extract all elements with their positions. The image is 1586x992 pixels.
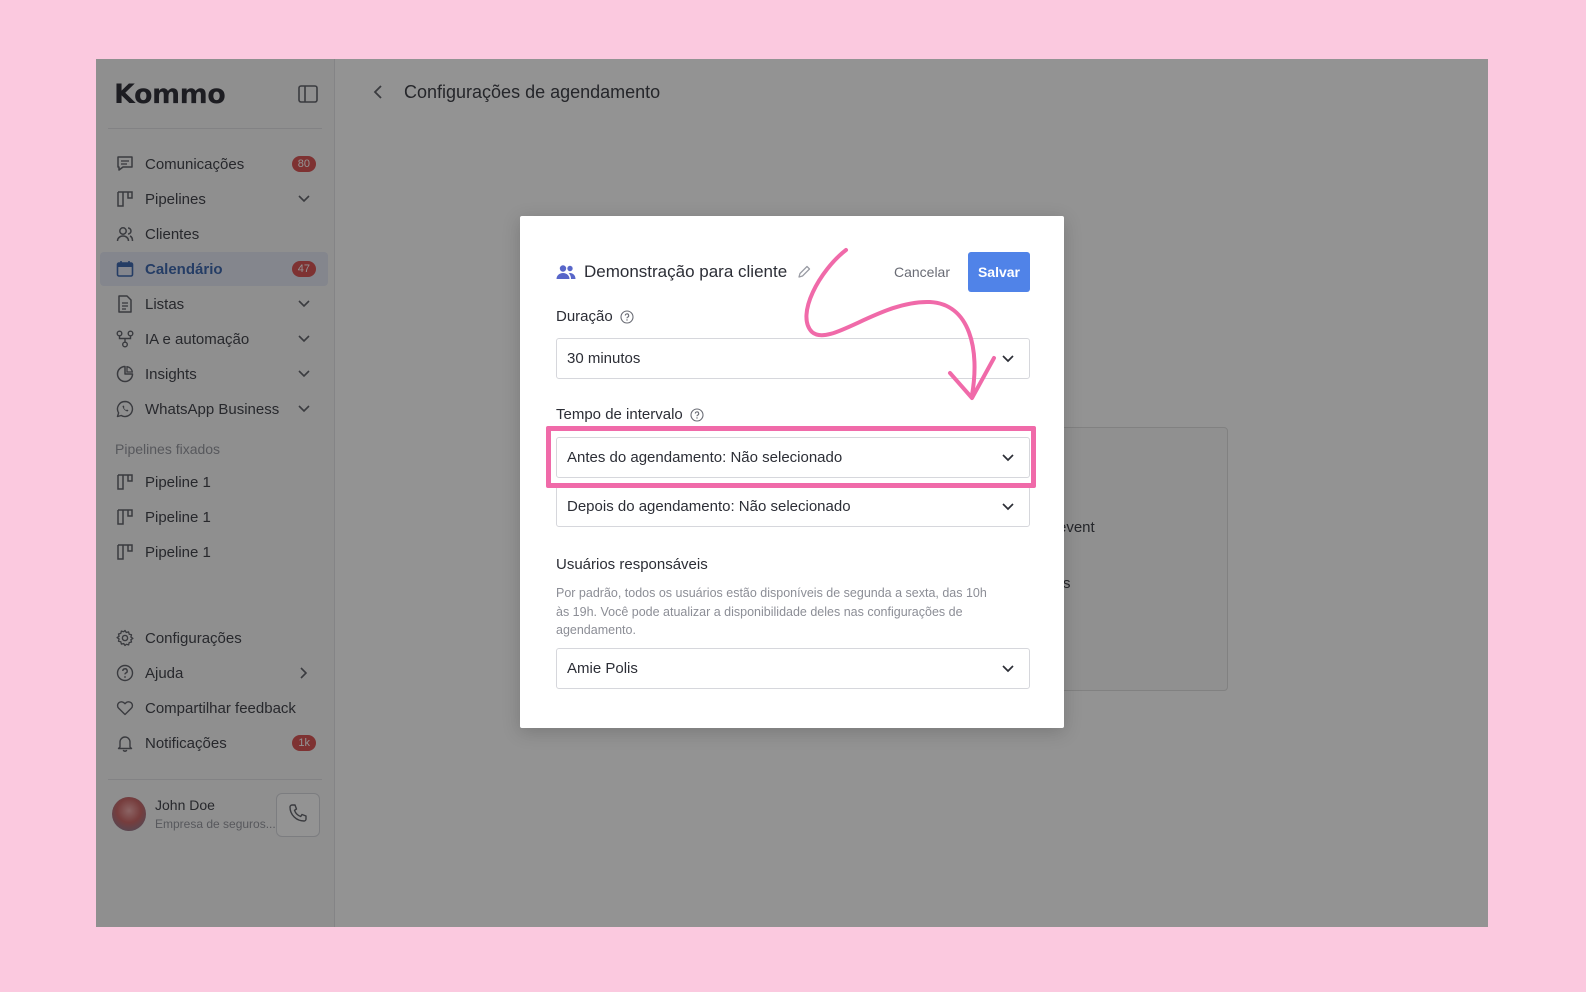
before-interval-value: Antes do agendamento: Não selecionado <box>567 449 843 466</box>
users-icon <box>556 262 576 282</box>
chevron-down-icon <box>1001 451 1015 465</box>
after-interval-select[interactable]: Depois do agendamento: Não selecionado <box>556 486 1030 527</box>
chevron-down-icon <box>1001 500 1015 514</box>
duration-select[interactable]: 30 minutos <box>556 338 1030 379</box>
responsible-user-value: Amie Polis <box>567 660 638 677</box>
modal-title: Demonstração para cliente <box>584 262 788 281</box>
modal-header: Demonstração para cliente Cancelar Salva… <box>556 252 1030 292</box>
cancel-button[interactable]: Cancelar <box>894 264 950 280</box>
responsible-user-select[interactable]: Amie Polis <box>556 648 1030 689</box>
chevron-down-icon <box>1001 352 1015 366</box>
pencil-icon[interactable] <box>797 265 811 279</box>
responsible-users-label: Usuários responsáveis <box>556 556 708 573</box>
save-button[interactable]: Salvar <box>968 252 1030 292</box>
users-label-row: Usuários responsáveis <box>556 556 708 573</box>
duration-label: Duração <box>556 308 613 325</box>
after-interval-value: Depois do agendamento: Não selecionado <box>567 498 851 515</box>
interval-label-row: Tempo de intervalo <box>556 406 704 423</box>
question-icon[interactable] <box>620 309 634 324</box>
duration-value: 30 minutos <box>567 350 641 367</box>
interval-label: Tempo de intervalo <box>556 406 683 423</box>
chevron-down-icon <box>1001 662 1015 676</box>
before-interval-select[interactable]: Antes do agendamento: Não selecionado <box>556 437 1030 478</box>
duration-label-row: Duração <box>556 308 634 325</box>
question-icon[interactable] <box>690 407 704 422</box>
event-type-modal: Demonstração para cliente Cancelar Salva… <box>520 216 1064 728</box>
responsible-users-help: Por padrão, todos os usuários estão disp… <box>556 586 987 637</box>
